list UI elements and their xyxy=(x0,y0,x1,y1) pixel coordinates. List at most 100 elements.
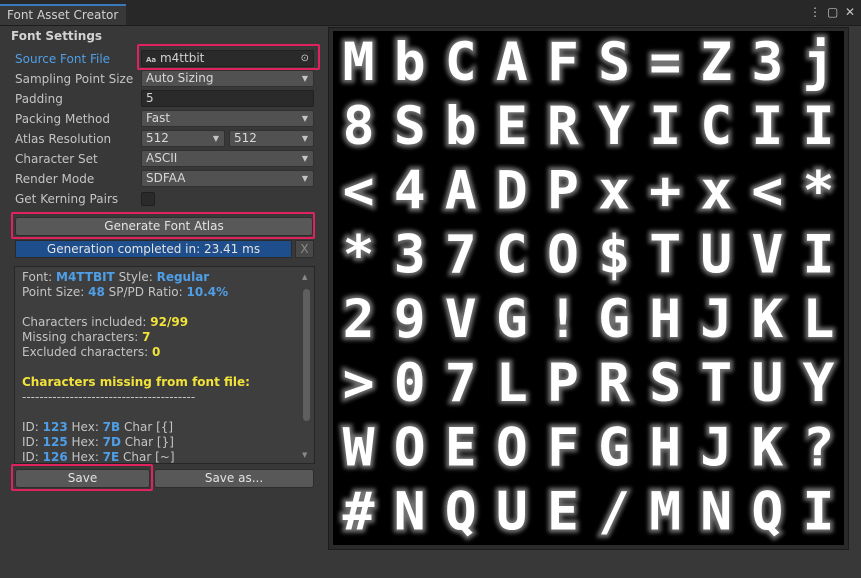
atlas-glyph: S xyxy=(649,353,681,414)
atlas-glyph: D xyxy=(496,160,528,221)
sampling-point-size-dropdown[interactable]: Auto Sizing ▼ xyxy=(141,70,314,87)
padding-field[interactable]: 5 xyxy=(141,90,314,107)
atlas-glyph: 7 xyxy=(445,353,477,414)
atlas-glyph: R xyxy=(547,96,579,157)
info-style-label: Style: xyxy=(118,270,153,284)
get-kerning-pairs-checkbox[interactable] xyxy=(141,192,155,206)
scroll-up-icon[interactable]: ▲ xyxy=(302,273,307,281)
atlas-glyph: j xyxy=(802,32,834,93)
info-included-label: Characters included: xyxy=(22,315,147,329)
scroll-down-icon[interactable]: ▼ xyxy=(302,451,307,459)
close-icon[interactable]: ✕ xyxy=(845,5,855,19)
info-font-label: Font: xyxy=(22,270,53,284)
save-as-button[interactable]: Save as... xyxy=(154,469,314,488)
atlas-resolution-label: Atlas Resolution xyxy=(15,132,112,146)
info-point-size-label: Point Size: xyxy=(22,285,85,299)
packing-method-value: Fast xyxy=(146,111,171,125)
atlas-glyph: K xyxy=(751,417,783,478)
atlas-glyph: V xyxy=(751,225,783,286)
atlas-width-dropdown[interactable]: 512 ▼ xyxy=(141,130,225,147)
atlas-glyph: 9 xyxy=(394,289,426,350)
atlas-glyph: C xyxy=(496,225,528,286)
character-set-dropdown[interactable]: ASCII ▼ xyxy=(141,150,314,167)
atlas-glyph: 7 xyxy=(445,225,477,286)
atlas-glyph: N xyxy=(700,482,732,543)
atlas-glyph: U xyxy=(496,482,528,543)
atlas-glyph: Q xyxy=(445,482,477,543)
atlas-glyph: F xyxy=(547,32,579,93)
tab-font-asset-creator[interactable]: Font Asset Creator xyxy=(0,4,126,25)
atlas-glyph: 3 xyxy=(751,32,783,93)
atlas-glyph: H xyxy=(649,417,681,478)
maximize-icon[interactable]: ▢ xyxy=(827,5,838,19)
atlas-glyph: G xyxy=(598,417,630,478)
render-mode-value: SDFAA xyxy=(146,171,186,185)
source-font-file-label: Source Font File xyxy=(15,52,111,66)
info-ratio-label: SP/PD Ratio: xyxy=(108,285,183,299)
atlas-glyph: b xyxy=(394,32,426,93)
atlas-glyph: < xyxy=(343,160,375,221)
atlas-glyph: W xyxy=(343,417,375,478)
render-mode-dropdown[interactable]: SDFAA ▼ xyxy=(141,170,314,187)
atlas-glyph: A xyxy=(496,32,528,93)
save-highlight xyxy=(11,464,153,491)
atlas-glyph: Q xyxy=(751,482,783,543)
atlas-glyph: J xyxy=(700,417,732,478)
character-set-label: Character Set xyxy=(15,152,98,166)
sampling-point-size-label: Sampling Point Size xyxy=(15,72,134,86)
atlas-glyph: * xyxy=(343,225,375,286)
atlas-glyph: 0 xyxy=(394,353,426,414)
atlas-glyph: Y xyxy=(598,96,630,157)
atlas-glyph: * xyxy=(802,160,834,221)
atlas-glyph: E xyxy=(547,482,579,543)
atlas-glyph: $ xyxy=(598,225,630,286)
info-excluded-label: Excluded characters: xyxy=(22,345,149,359)
packing-method-label: Packing Method xyxy=(15,112,110,126)
info-point-size-line: Point Size: 48 SP/PD Ratio: 10.4% xyxy=(22,285,302,300)
packing-method-dropdown[interactable]: Fast ▼ xyxy=(141,110,314,127)
atlas-glyph: L xyxy=(802,289,834,350)
source-font-highlight xyxy=(137,44,320,70)
chevron-down-icon: ▼ xyxy=(301,174,308,183)
atlas-texture: MM bb CC AA FF SS == ZZ 33 jj88 SS bb EE RR YY II CC II II… xyxy=(340,29,838,546)
atlas-glyph: 8 xyxy=(343,96,375,157)
font-info-box: Font: M4TTBIT Style: Regular Point Size:… xyxy=(14,266,315,464)
get-kerning-pairs-label: Get Kerning Pairs xyxy=(15,192,119,206)
font-settings-heading: Font Settings xyxy=(11,29,103,43)
atlas-glyph: L xyxy=(496,353,528,414)
character-set-value: ASCII xyxy=(146,151,178,165)
missing-char-row: ID: 126 Hex: 7E Char [~] xyxy=(22,450,175,464)
missing-characters-list: ID: 123 Hex: 7B Char [{] ID: 125 Hex: 7D … xyxy=(22,420,302,464)
info-missing-label: Missing characters: xyxy=(22,330,139,344)
chevron-down-icon: ▼ xyxy=(301,114,308,123)
atlas-glyph: P xyxy=(547,160,579,221)
info-separator: ---------------------------------------- xyxy=(22,390,196,404)
atlas-glyph: < xyxy=(751,160,783,221)
atlas-glyph: I xyxy=(802,482,834,543)
atlas-glyph: S xyxy=(598,32,630,93)
more-icon[interactable]: ⋮ xyxy=(809,5,821,19)
padding-label: Padding xyxy=(15,92,63,106)
chevron-down-icon: ▼ xyxy=(301,134,308,143)
render-mode-label: Render Mode xyxy=(15,172,95,186)
scrollbar-thumb[interactable] xyxy=(303,289,310,421)
atlas-glyph: R xyxy=(598,353,630,414)
atlas-glyph: C xyxy=(445,32,477,93)
atlas-glyph: I xyxy=(649,96,681,157)
atlas-glyph: 2 xyxy=(343,289,375,350)
atlas-glyph: P xyxy=(547,353,579,414)
atlas-glyph: I xyxy=(802,96,834,157)
info-style-value: Regular xyxy=(156,270,210,284)
progress-close-button[interactable]: X xyxy=(295,240,314,258)
missing-char-row: ID: 123 Hex: 7B Char [{] xyxy=(22,420,174,434)
atlas-glyph: x xyxy=(700,160,732,221)
atlas-glyph: = xyxy=(649,32,681,93)
atlas-height-dropdown[interactable]: 512 ▼ xyxy=(229,130,314,147)
info-point-size-value: 48 xyxy=(88,285,105,299)
info-missing-heading: Characters missing from font file: xyxy=(22,375,250,389)
info-missing-line: Missing characters: 7 xyxy=(22,330,302,345)
atlas-glyph: O xyxy=(547,225,579,286)
atlas-glyph: E xyxy=(496,96,528,157)
info-scrollbar[interactable]: ▲ ▼ xyxy=(301,269,312,461)
atlas-glyph: 3 xyxy=(394,225,426,286)
